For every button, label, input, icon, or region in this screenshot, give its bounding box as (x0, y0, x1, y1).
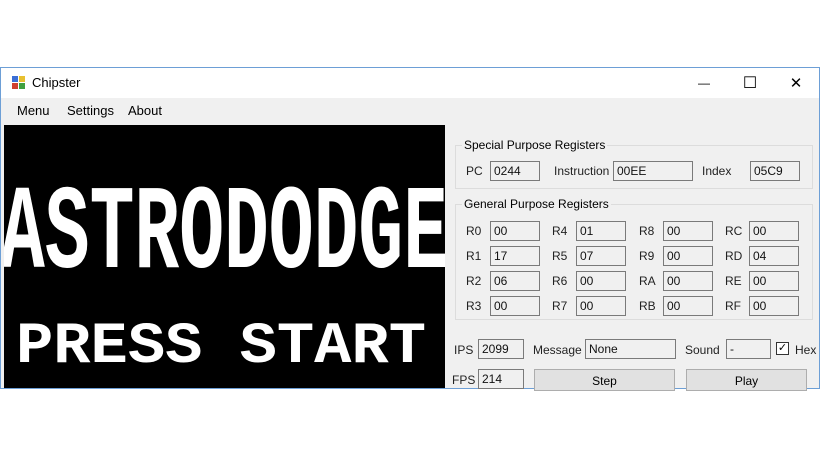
register-label-r1: R1 (466, 249, 482, 263)
register-field-r0[interactable]: 00 (490, 221, 540, 241)
register-label-r9: R9 (639, 249, 655, 263)
close-button[interactable]: ✕ (773, 68, 819, 98)
register-field-rd[interactable]: 04 (749, 246, 799, 266)
general-registers-group: General Purpose Registers R0 00 R4 01 R8 00 RC… (455, 197, 813, 320)
register-field-r1[interactable]: 17 (490, 246, 540, 266)
register-field-r2[interactable]: 06 (490, 271, 540, 291)
instruction-field[interactable]: 00EE (613, 161, 693, 181)
fps-field[interactable]: 214 (478, 369, 524, 389)
emulator-display: ASTRODODGE PRESS START (4, 168, 445, 380)
register-field-r6[interactable]: 00 (576, 271, 626, 291)
ips-field[interactable]: 2099 (478, 339, 524, 359)
register-label-r6: R6 (552, 274, 568, 288)
menu-item-menu[interactable]: Menu (17, 103, 50, 118)
register-field-r8[interactable]: 00 (663, 221, 713, 241)
register-field-re[interactable]: 00 (749, 271, 799, 291)
register-label-r7: R7 (552, 299, 568, 313)
special-registers-group: Special Purpose Registers PC 0244 Instru… (455, 138, 813, 189)
minimize-button[interactable]: — (681, 68, 727, 98)
register-field-rf[interactable]: 00 (749, 296, 799, 316)
maximize-button[interactable]: ☐ (727, 68, 773, 98)
register-label-rb: RB (639, 299, 656, 313)
hex-checkbox[interactable]: ✓ (776, 342, 789, 355)
main-window: Chipster — ☐ ✕ Menu Settings About ASTRO… (0, 67, 820, 391)
menu-item-about[interactable]: About (128, 103, 162, 118)
register-field-ra[interactable]: 00 (663, 271, 713, 291)
general-registers-title: General Purpose Registers (462, 197, 611, 211)
emulator-screen[interactable]: ASTRODODGE PRESS START (4, 125, 445, 388)
register-label-rf: RF (725, 299, 741, 313)
register-label-ra: RA (639, 274, 656, 288)
close-icon: ✕ (789, 75, 803, 92)
register-label-r4: R4 (552, 224, 568, 238)
menu-bar: Menu Settings About (1, 98, 819, 124)
register-field-rb[interactable]: 00 (663, 296, 713, 316)
register-label-r2: R2 (466, 274, 482, 288)
register-label-rd: RD (725, 249, 743, 263)
register-field-rc[interactable]: 00 (749, 221, 799, 241)
instruction-label: Instruction (554, 164, 610, 178)
message-label: Message (533, 343, 582, 357)
pc-label: PC (466, 164, 483, 178)
app-icon (12, 76, 26, 90)
special-registers-title: Special Purpose Registers (462, 138, 608, 152)
register-label-r8: R8 (639, 224, 655, 238)
register-field-r7[interactable]: 00 (576, 296, 626, 316)
minimize-icon: — (698, 76, 710, 90)
ips-label: IPS (454, 343, 474, 357)
debug-panel: Special Purpose Registers PC 0244 Instru… (447, 125, 819, 391)
hex-label: Hex (795, 343, 817, 357)
play-button[interactable]: Play (686, 369, 807, 391)
index-field[interactable]: 05C9 (750, 161, 800, 181)
menu-item-settings[interactable]: Settings (67, 103, 114, 118)
register-label-r3: R3 (466, 299, 482, 313)
maximize-icon: ☐ (742, 75, 758, 92)
window-title: Chipster (32, 75, 81, 90)
register-label-re: RE (725, 274, 742, 288)
register-label-r0: R0 (466, 224, 482, 238)
register-field-r3[interactable]: 00 (490, 296, 540, 316)
step-button[interactable]: Step (534, 369, 675, 391)
register-label-r5: R5 (552, 249, 568, 263)
game-title-text: ASTRODODGE (4, 168, 445, 304)
index-label: Index (702, 164, 732, 178)
register-field-r9[interactable]: 00 (663, 246, 713, 266)
register-field-r5[interactable]: 07 (576, 246, 626, 266)
check-icon: ✓ (777, 342, 788, 354)
fps-label: FPS (452, 373, 476, 387)
sound-field[interactable]: - (726, 339, 771, 359)
message-field[interactable]: None (585, 339, 676, 359)
pc-field[interactable]: 0244 (490, 161, 540, 181)
title-bar[interactable]: Chipster — ☐ ✕ (1, 68, 819, 98)
register-field-r4[interactable]: 01 (576, 221, 626, 241)
sound-label: Sound (685, 343, 720, 357)
press-start-text: PRESS START (16, 315, 426, 380)
register-label-rc: RC (725, 224, 743, 238)
